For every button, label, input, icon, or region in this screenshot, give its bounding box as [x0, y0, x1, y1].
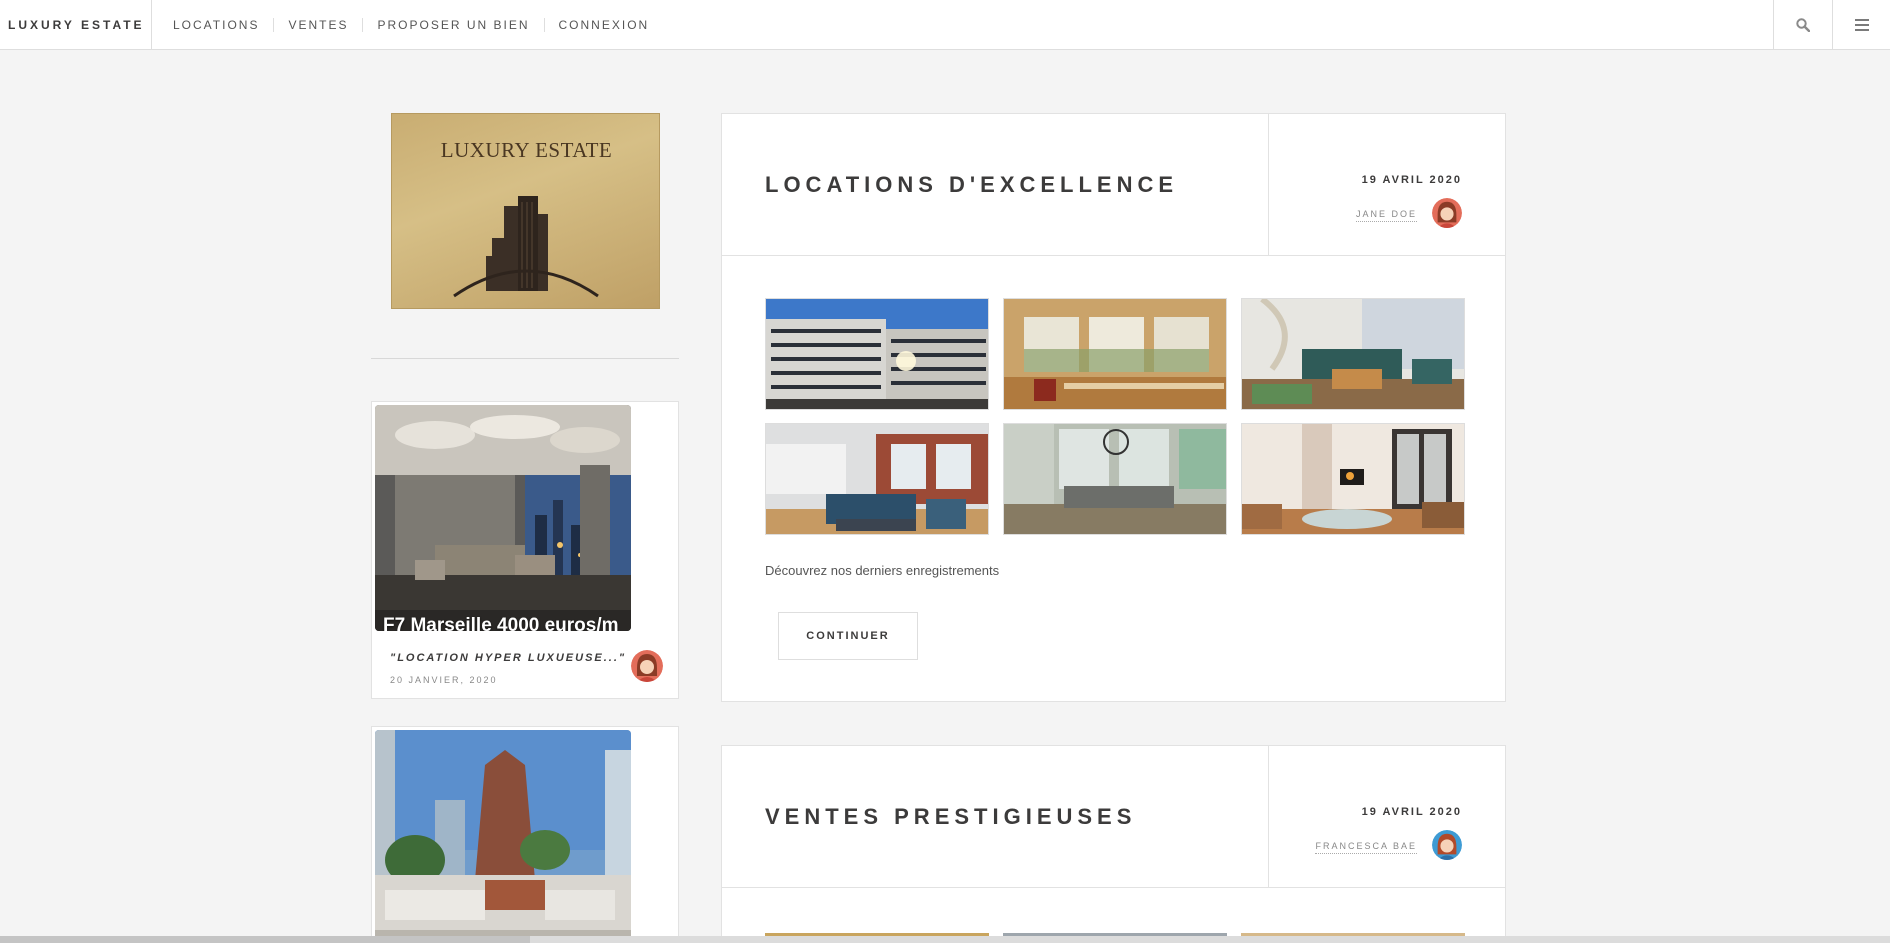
- nav-item-ventes[interactable]: VENTES: [273, 18, 362, 32]
- mini-post-caption[interactable]: "LOCATION HYPER LUXUEUSE...": [390, 652, 626, 664]
- image-gallery: [765, 298, 1465, 535]
- post-meta: 19 AVRIL 2020 FRANCESCA BAE: [1268, 746, 1505, 888]
- post-header: LOCATIONS D'EXCELLENCE 19 AVRIL 2020 JAN…: [722, 114, 1505, 256]
- building-logo-icon: [453, 196, 599, 298]
- gallery-image[interactable]: [765, 423, 989, 535]
- mini-post-card[interactable]: F7 Marseille 4000 euros/m "LOCATION HYPE…: [371, 401, 679, 699]
- logo-text: LUXURY ESTATE: [440, 138, 613, 162]
- brand-title[interactable]: LUXURY ESTATE: [0, 0, 152, 50]
- mini-post-image[interactable]: F7 Marseille 4000 euros/m: [375, 405, 631, 631]
- post-date: 19 AVRIL 2020: [1361, 806, 1462, 818]
- post-description: Découvrez nos derniers enregistrements: [765, 563, 1000, 578]
- luxury-estate-logo[interactable]: LUXURY ESTATE: [391, 113, 660, 309]
- post-card: LOCATIONS D'EXCELLENCE 19 AVRIL 2020 JAN…: [721, 113, 1506, 702]
- post-author-link[interactable]: FRANCESCA BAE: [1315, 841, 1417, 854]
- nav-item-locations[interactable]: LOCATIONS: [152, 18, 273, 32]
- post-title[interactable]: LOCATIONS D'EXCELLENCE: [765, 172, 1178, 198]
- gallery-image[interactable]: [1003, 423, 1227, 535]
- gallery-image[interactable]: [1241, 298, 1465, 410]
- post-meta: 19 AVRIL 2020 JANE DOE: [1268, 114, 1505, 256]
- mini-post-card[interactable]: [371, 726, 679, 943]
- hamburger-menu-icon: [1855, 19, 1869, 31]
- menu-button[interactable]: [1832, 0, 1890, 50]
- top-navigation-bar: LUXURY ESTATE LOCATIONS VENTES PROPOSER …: [0, 0, 1890, 50]
- gallery-image[interactable]: [765, 298, 989, 410]
- gallery-image[interactable]: [1003, 298, 1227, 410]
- nav-item-proposer-un-bien[interactable]: PROPOSER UN BIEN: [362, 18, 543, 32]
- mini-post-title: F7 Marseille 4000 euros/m: [383, 615, 619, 631]
- gallery-image[interactable]: [1241, 423, 1465, 535]
- search-icon: [1796, 18, 1810, 32]
- scrollbar-thumb[interactable]: [0, 936, 530, 943]
- main-nav: LOCATIONS VENTES PROPOSER UN BIEN CONNEX…: [152, 0, 663, 50]
- search-button[interactable]: [1773, 0, 1832, 50]
- nav-item-connexion[interactable]: CONNEXION: [543, 18, 664, 32]
- post-author-link[interactable]: JANE DOE: [1355, 209, 1417, 222]
- author-avatar[interactable]: [631, 650, 663, 682]
- post-title[interactable]: VENTES PRESTIGIEUSES: [765, 804, 1136, 830]
- sidebar-divider: [371, 358, 679, 359]
- author-avatar[interactable]: [1432, 198, 1462, 228]
- continue-button[interactable]: CONTINUER: [778, 612, 918, 660]
- author-avatar[interactable]: [1432, 830, 1462, 860]
- mini-post-image[interactable]: [375, 730, 631, 943]
- post-date: 19 AVRIL 2020: [1361, 174, 1462, 186]
- post-card: VENTES PRESTIGIEUSES 19 AVRIL 2020 FRANC…: [721, 745, 1506, 943]
- post-header: VENTES PRESTIGIEUSES 19 AVRIL 2020 FRANC…: [722, 746, 1505, 888]
- mini-post-date: 20 JANVIER, 2020: [390, 675, 498, 685]
